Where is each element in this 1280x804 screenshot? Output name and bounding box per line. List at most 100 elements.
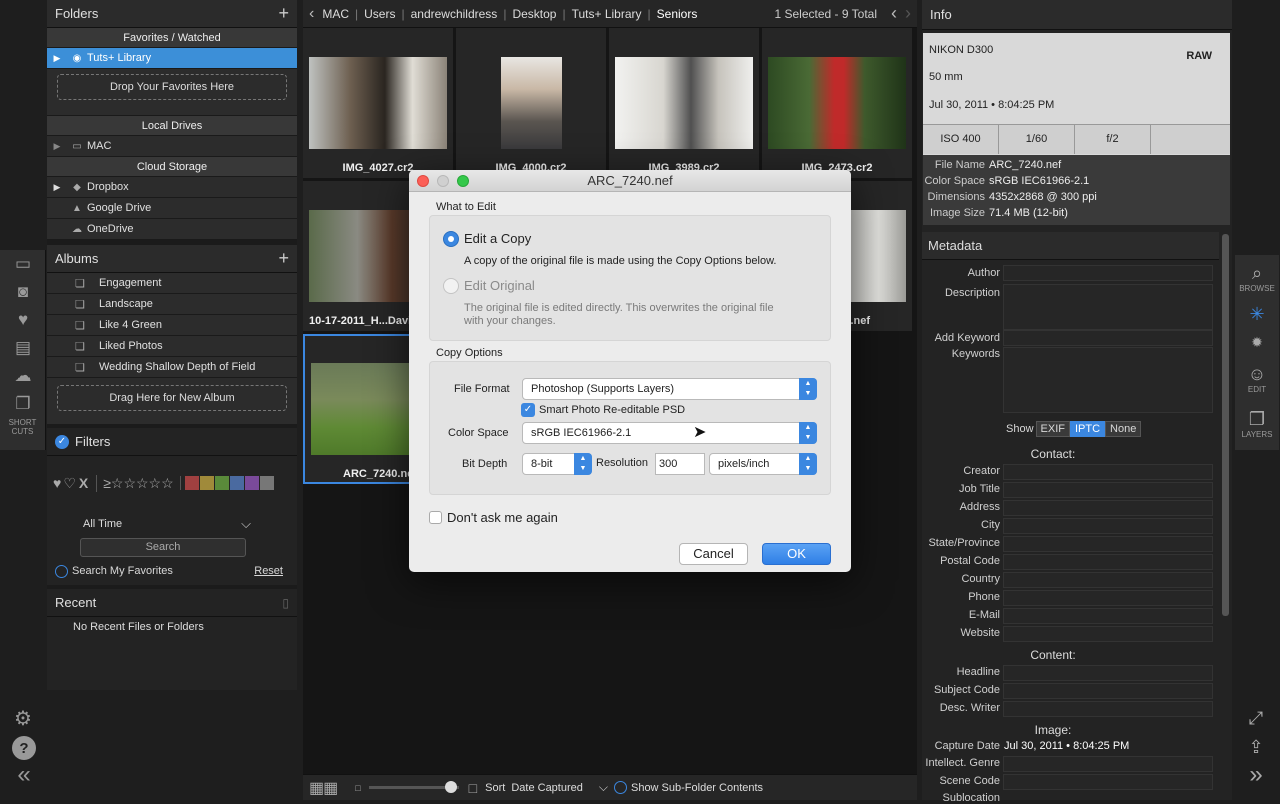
resolution-input[interactable]: 300 xyxy=(655,453,705,475)
rating-filter-stars[interactable]: ≥☆☆☆☆☆ xyxy=(96,474,174,492)
edit-original-radio[interactable] xyxy=(443,278,459,294)
thumbnail-size-slider[interactable] xyxy=(368,781,459,793)
bit-depth-select[interactable]: 8-bit ▲ ▼ xyxy=(522,453,592,475)
headline-field[interactable] xyxy=(1003,665,1213,681)
breadcrumb-item[interactable]: Tuts+ Library xyxy=(572,7,642,21)
color-space-select[interactable]: sRGB IEC61966-2.1 ▲ ▼ xyxy=(522,422,817,444)
reject-x-icon[interactable]: X xyxy=(79,475,88,491)
next-arrow-icon[interactable]: › xyxy=(905,3,911,24)
keywords-field[interactable] xyxy=(1003,347,1213,413)
ok-button[interactable]: OK xyxy=(762,543,831,565)
postal-code-field[interactable] xyxy=(1003,554,1213,570)
album-item[interactable]: ❏ Like 4 Green xyxy=(47,315,297,336)
cloud-item-google-drive[interactable]: ▲ Google Drive xyxy=(47,198,297,219)
filter-search-input[interactable]: Search xyxy=(80,538,246,557)
country-field[interactable] xyxy=(1003,572,1213,588)
city-field[interactable] xyxy=(1003,518,1213,534)
magic-wand-icon[interactable]: ✳ xyxy=(1235,300,1279,328)
search-favorites-toggle[interactable]: Search My Favorites xyxy=(55,564,173,578)
reset-filters-link[interactable]: Reset xyxy=(254,565,283,577)
thumbnail-cell[interactable]: IMG_2473.cr2 xyxy=(762,28,912,178)
drive-icon[interactable]: ▤ xyxy=(0,334,46,362)
minimize-window-button[interactable] xyxy=(437,175,449,187)
smart-psd-checkbox[interactable]: ✓ xyxy=(521,403,535,417)
cancel-button[interactable]: Cancel xyxy=(679,543,748,565)
thumbnail-cell[interactable]: IMG_4000.cr2 xyxy=(456,28,606,178)
computer-icon[interactable]: ▭ xyxy=(0,250,46,278)
expand-triangle-icon[interactable]: ▶ xyxy=(47,53,67,64)
intellect-genre-field[interactable] xyxy=(1003,756,1213,772)
desc-writer-field[interactable] xyxy=(1003,701,1213,717)
color-label-filter[interactable] xyxy=(179,476,274,490)
tab-none[interactable]: None xyxy=(1105,421,1142,437)
browse-module-button[interactable]: ⌕ BROWSE xyxy=(1235,255,1279,300)
creator-field[interactable] xyxy=(1003,464,1213,480)
collapse-left-icon[interactable]: « xyxy=(8,761,40,788)
state-field[interactable] xyxy=(1003,536,1213,552)
file-format-select[interactable]: Photoshop (Supports Layers) ▲ ▼ xyxy=(522,378,817,400)
local-drive-mac[interactable]: ▶ ▭ MAC xyxy=(47,136,297,157)
edit-original-label[interactable]: Edit Original xyxy=(464,278,535,293)
help-icon[interactable]: ? xyxy=(12,736,36,760)
grid-view-icon[interactable]: ▦▦ xyxy=(309,778,338,798)
new-album-drop-zone[interactable]: Drag Here for New Album xyxy=(57,385,287,411)
email-field[interactable] xyxy=(1003,608,1213,624)
layers-module-button[interactable]: ❐ LAYERS xyxy=(1235,401,1279,446)
favorites-heart-icon[interactable]: ♥ xyxy=(0,306,46,334)
address-field[interactable] xyxy=(1003,500,1213,516)
sort-select[interactable]: Date Captured xyxy=(511,782,583,794)
cloud-icon[interactable]: ☁ xyxy=(0,362,46,390)
phone-field[interactable] xyxy=(1003,590,1213,606)
time-filter-select[interactable]: All Time ⌵ xyxy=(47,510,297,538)
camera-icon[interactable]: ◙ xyxy=(0,278,46,306)
close-window-button[interactable] xyxy=(417,175,429,187)
breadcrumb-item[interactable]: MAC xyxy=(322,7,349,21)
zoom-window-button[interactable] xyxy=(457,175,469,187)
description-field[interactable] xyxy=(1003,284,1213,330)
back-arrow-icon[interactable]: ‹ xyxy=(309,5,314,23)
album-item[interactable]: ❏ Wedding Shallow Depth of Field xyxy=(47,357,297,378)
album-item[interactable]: ❏ Liked Photos xyxy=(47,336,297,357)
add-album-icon[interactable]: + xyxy=(278,248,289,269)
album-item[interactable]: ❏ Engagement xyxy=(47,273,297,294)
cloud-item-dropbox[interactable]: ▶ ◆ Dropbox xyxy=(47,177,297,198)
heart-outline-icon[interactable]: ♡ xyxy=(63,475,76,492)
breadcrumb-item[interactable]: andrewchildress xyxy=(411,7,498,21)
album-item[interactable]: ❏ Landscape xyxy=(47,294,297,315)
metadata-scrollbar[interactable] xyxy=(1222,234,1229,616)
breadcrumb-item[interactable]: Desktop xyxy=(512,7,556,21)
add-folder-icon[interactable]: + xyxy=(278,3,289,24)
trash-icon[interactable]: ▯ xyxy=(282,596,289,610)
expand-right-icon[interactable]: » xyxy=(1240,761,1272,788)
website-field[interactable] xyxy=(1003,626,1213,642)
previous-arrow-icon[interactable]: ‹ xyxy=(891,3,897,24)
filters-toggle-icon[interactable]: ✓ xyxy=(55,434,69,449)
breadcrumb-item[interactable]: Users xyxy=(364,7,395,21)
fullscreen-icon[interactable]: ⤢ xyxy=(1244,706,1268,730)
chevron-down-icon[interactable]: ⌵ xyxy=(599,780,608,795)
favorite-item-tuts-library[interactable]: ▶ ◉ Tuts+ Library xyxy=(47,48,297,69)
dont-ask-label[interactable]: Don't ask me again xyxy=(447,510,558,525)
expand-triangle-icon[interactable]: ▶ xyxy=(47,141,67,152)
cloud-item-onedrive[interactable]: ☁ OneDrive xyxy=(47,219,297,240)
breadcrumb-current[interactable]: Seniors xyxy=(657,7,698,21)
job-title-field[interactable] xyxy=(1003,482,1213,498)
thumbnail-cell[interactable]: IMG_4027.cr2 xyxy=(303,28,453,178)
shortcuts-icon[interactable]: ❐ xyxy=(0,390,46,418)
edit-copy-radio[interactable] xyxy=(443,231,459,247)
expand-triangle-icon[interactable]: ▶ xyxy=(47,182,67,193)
tab-iptc[interactable]: IPTC xyxy=(1069,421,1106,437)
add-keyword-field[interactable] xyxy=(1003,330,1213,346)
subfolder-toggle[interactable]: Show Sub-Folder Contents xyxy=(613,781,763,794)
resolution-unit-select[interactable]: pixels/inch ▲ ▼ xyxy=(709,453,817,475)
scene-code-field[interactable] xyxy=(1003,774,1213,790)
settings-gear-icon[interactable]: ⚙ xyxy=(10,705,36,731)
thumbnail-cell[interactable]: IMG_3989.cr2 xyxy=(609,28,759,178)
edit-module-button[interactable]: ☺ EDIT xyxy=(1235,356,1279,401)
dont-ask-checkbox[interactable] xyxy=(429,511,442,524)
author-field[interactable] xyxy=(1003,265,1213,281)
drop-favorites-zone[interactable]: Drop Your Favorites Here xyxy=(57,74,287,100)
subject-code-field[interactable] xyxy=(1003,683,1213,699)
tab-exif[interactable]: EXIF xyxy=(1035,421,1070,437)
fx-icon[interactable]: ✹ xyxy=(1235,328,1279,356)
